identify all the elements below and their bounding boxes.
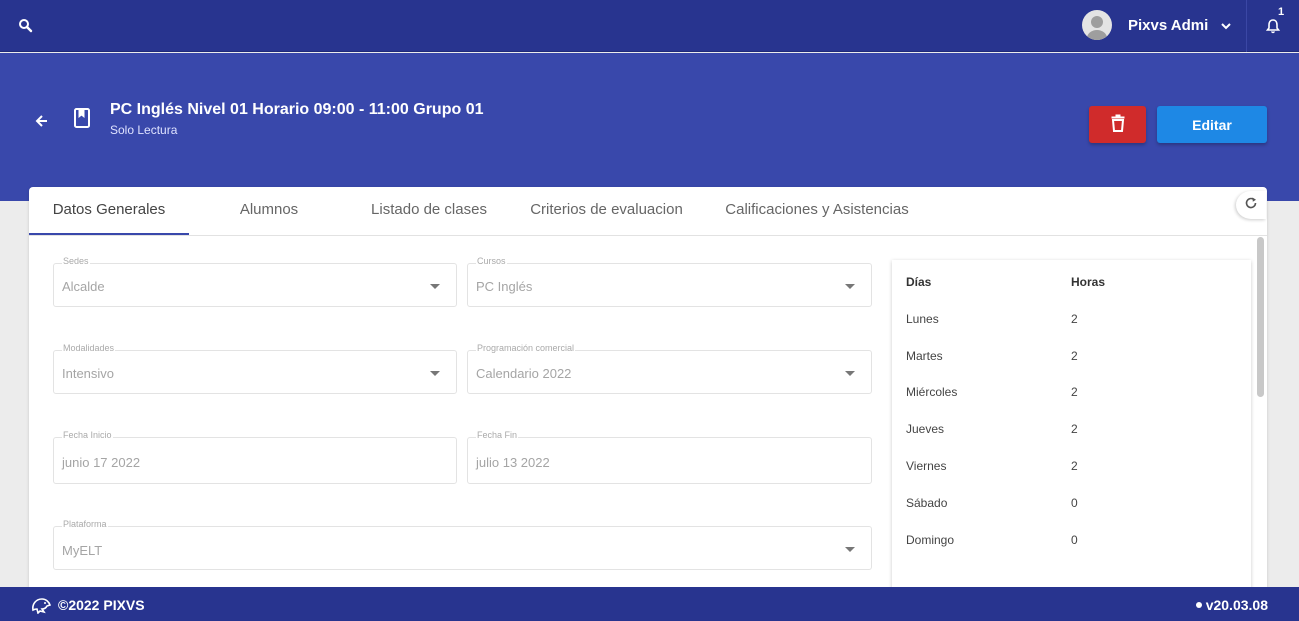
sedes-label: Sedes [62, 256, 90, 266]
sedes-select[interactable]: Sedes Alcalde [53, 256, 457, 307]
trash-icon [1110, 114, 1126, 135]
dropdown-caret-icon [845, 371, 855, 376]
table-row-dia: Jueves [906, 422, 945, 436]
main-card: Datos Generales Alumnos Listado de clase… [29, 187, 1267, 587]
cursos-label: Cursos [476, 256, 507, 266]
scrollbar[interactable] [1257, 237, 1264, 397]
table-row-dia: Domingo [906, 533, 955, 547]
table-row-dia: Martes [906, 349, 943, 363]
top-bar: Pixvs Admi 1 [0, 0, 1299, 52]
table-row-horas: 0 [1071, 496, 1078, 510]
refresh-button[interactable] [1236, 191, 1266, 219]
footer: ©2022 PIXVS v20.03.08 [0, 587, 1299, 621]
tab-alumnos[interactable]: Alumnos [189, 187, 349, 235]
table-row-horas: 2 [1071, 312, 1078, 326]
programacion-comercial-label: Programación comercial [476, 343, 576, 353]
plataforma-value: MyELT [62, 543, 103, 558]
programacion-comercial-value: Calendario 2022 [476, 366, 572, 381]
fecha-fin-field[interactable]: Fecha Fin julio 13 2022 [467, 430, 872, 484]
bell-icon[interactable] [1265, 18, 1281, 34]
modalidades-value: Intensivo [62, 366, 115, 381]
pixvs-logo-icon [30, 596, 52, 615]
version-text: v20.03.08 [1205, 597, 1268, 613]
chevron-down-icon [1220, 19, 1232, 31]
edit-button[interactable]: Editar [1157, 106, 1267, 143]
page-title: PC Inglés Nivel 01 Horario 09:00 - 11:00… [110, 101, 484, 118]
dropdown-caret-icon [845, 284, 855, 289]
fecha-inicio-value: junio 17 2022 [62, 455, 141, 470]
plataforma-label: Plataforma [62, 519, 108, 529]
programacion-comercial-select[interactable]: Programación comercial Calendario 2022 [467, 343, 872, 394]
avatar [1082, 10, 1112, 40]
tab-calificaciones-y-asistencias[interactable]: Calificaciones y Asistencias [711, 187, 923, 235]
cursos-value: PC Inglés [476, 279, 533, 294]
fecha-inicio-field[interactable]: Fecha Inicio junio 17 2022 [53, 430, 457, 484]
footer-copyright: ©2022 PIXVS [58, 597, 145, 613]
tab-listado-de-clases[interactable]: Listado de clases [349, 187, 509, 235]
sedes-value: Alcalde [62, 279, 105, 294]
status-dot [1195, 602, 1202, 609]
table-row-horas: 2 [1071, 385, 1078, 399]
tab-bar: Datos Generales Alumnos Listado de clase… [29, 187, 1267, 236]
user-menu[interactable]: Pixvs Admi [1082, 10, 1232, 40]
tab-criterios-de-evaluacion[interactable]: Criterios de evaluacion [509, 187, 704, 235]
topbar-divider [1246, 0, 1247, 52]
fecha-fin-value: julio 13 2022 [476, 455, 550, 470]
schedule-header-horas: Horas [1071, 275, 1106, 289]
dropdown-caret-icon [430, 371, 440, 376]
user-name: Pixvs Admi [1128, 16, 1209, 34]
table-row-horas: 2 [1071, 422, 1078, 436]
plataforma-select[interactable]: Plataforma MyELT [53, 519, 872, 570]
schedule-header-dias: Días [906, 275, 932, 289]
table-row-horas: 0 [1071, 533, 1078, 547]
cursos-select[interactable]: Cursos PC Inglés [467, 256, 872, 307]
fecha-inicio-label: Fecha Inicio [62, 430, 113, 440]
modalidades-label: Modalidades [62, 343, 116, 353]
dropdown-caret-icon [845, 547, 855, 552]
book-icon [73, 107, 91, 129]
table-row-dia: Sábado [906, 496, 948, 510]
table-row-dia: Lunes [906, 312, 939, 326]
dropdown-caret-icon [430, 284, 440, 289]
schedule-table: Días Horas Lunes 2 Martes 2 Miércoles 2 … [892, 260, 1251, 587]
tab-datos-generales[interactable]: Datos Generales [29, 187, 189, 235]
table-row-horas: 2 [1071, 459, 1078, 473]
table-row-dia: Miércoles [906, 385, 958, 399]
delete-button[interactable] [1089, 106, 1146, 143]
footer-version: v20.03.08 [1195, 597, 1268, 613]
notification-badge: 1 [1278, 6, 1285, 18]
back-arrow-icon[interactable] [34, 113, 50, 129]
search-icon[interactable] [17, 17, 35, 35]
table-row-horas: 2 [1071, 349, 1078, 363]
modalidades-select[interactable]: Modalidades Intensivo [53, 343, 457, 394]
refresh-icon [1244, 196, 1258, 215]
fecha-fin-label: Fecha Fin [476, 430, 519, 440]
table-row-dia: Viernes [906, 459, 947, 473]
page-subtitle: Solo Lectura [110, 123, 178, 137]
